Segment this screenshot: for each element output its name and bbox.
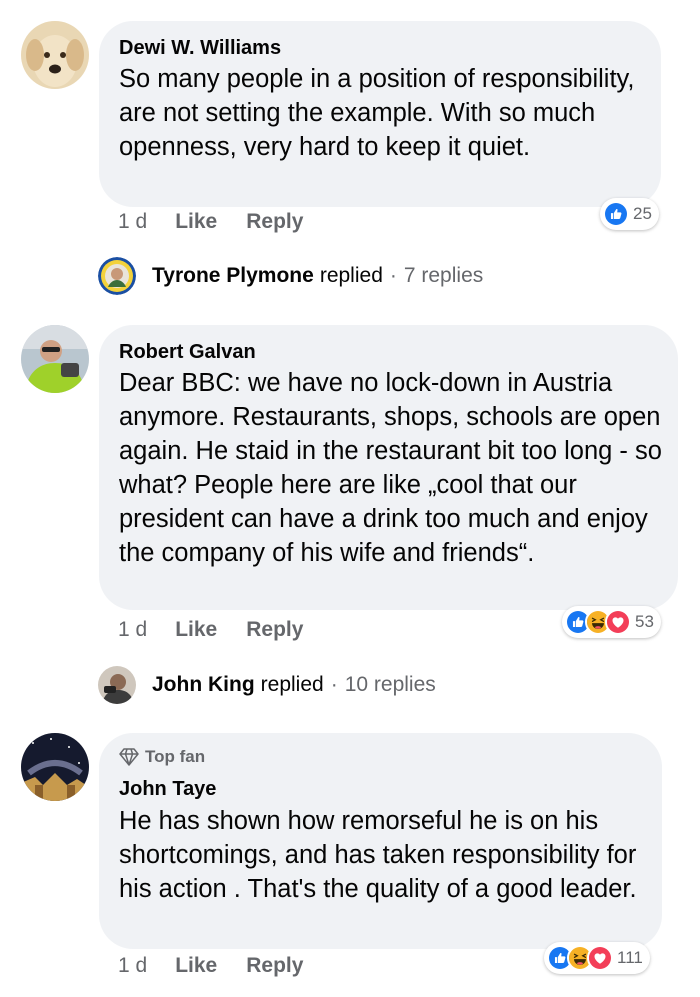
reactions-summary[interactable]: 111 <box>544 942 650 974</box>
comment-actions: 1 d Like Reply <box>118 954 303 978</box>
replier-name[interactable]: Tyrone Plymone <box>152 264 314 288</box>
reactions-summary[interactable]: 25 <box>600 198 659 230</box>
view-replies-link[interactable]: John King replied · 10 replies <box>98 666 436 704</box>
reply-count[interactable]: 7 replies <box>404 264 483 288</box>
comment-actions: 1 d Like Reply <box>118 618 303 642</box>
love-icon <box>587 945 613 971</box>
reply-button[interactable]: Reply <box>246 954 303 978</box>
comment-actions: 1 d Like Reply <box>118 210 303 234</box>
comment-bubble: Top fan John Taye He has shown how remor… <box>99 733 662 949</box>
comment-timestamp[interactable]: 1 d <box>118 618 147 642</box>
avatar <box>98 666 136 704</box>
comment-author[interactable]: John Taye <box>119 778 216 801</box>
separator-dot: · <box>330 673 338 696</box>
replied-label: replied <box>260 673 324 696</box>
avatar <box>98 257 136 295</box>
separator-dot: · <box>389 264 397 287</box>
comment-timestamp[interactable]: 1 d <box>118 954 147 978</box>
top-fan-label: Top fan <box>145 747 206 766</box>
diamond-icon <box>119 748 139 766</box>
comment-text: Dear BBC: we have no lock-down in Austri… <box>119 369 662 567</box>
reaction-count: 25 <box>633 204 652 223</box>
comment-author[interactable]: Robert Galvan <box>119 341 256 364</box>
replier-name[interactable]: John King <box>152 673 255 697</box>
avatar[interactable] <box>21 325 89 393</box>
reaction-count: 53 <box>635 612 654 631</box>
top-fan-badge: Top fan <box>119 747 205 767</box>
comment-text: So many people in a position of responsi… <box>119 65 635 161</box>
reply-button[interactable]: Reply <box>246 618 303 642</box>
comment-text: He has shown how remorseful he is on his… <box>119 807 637 903</box>
like-button[interactable]: Like <box>175 618 217 642</box>
reply-count[interactable]: 10 replies <box>345 673 436 697</box>
reactions-summary[interactable]: 53 <box>562 606 661 638</box>
comment-bubble: Dewi W. Williams So many people in a pos… <box>99 21 661 207</box>
like-button[interactable]: Like <box>175 954 217 978</box>
reply-button[interactable]: Reply <box>246 210 303 234</box>
like-button[interactable]: Like <box>175 210 217 234</box>
avatar[interactable] <box>21 21 89 89</box>
avatar[interactable] <box>21 733 89 801</box>
comment-bubble: Robert Galvan Dear BBC: we have no lock-… <box>99 325 678 610</box>
replied-label: replied <box>319 264 383 287</box>
reaction-count: 111 <box>617 948 643 967</box>
view-replies-link[interactable]: Tyrone Plymone replied · 7 replies <box>98 257 483 295</box>
comment-timestamp[interactable]: 1 d <box>118 210 147 234</box>
comment-author[interactable]: Dewi W. Williams <box>119 37 281 60</box>
love-icon <box>605 609 631 635</box>
like-icon <box>603 201 629 227</box>
